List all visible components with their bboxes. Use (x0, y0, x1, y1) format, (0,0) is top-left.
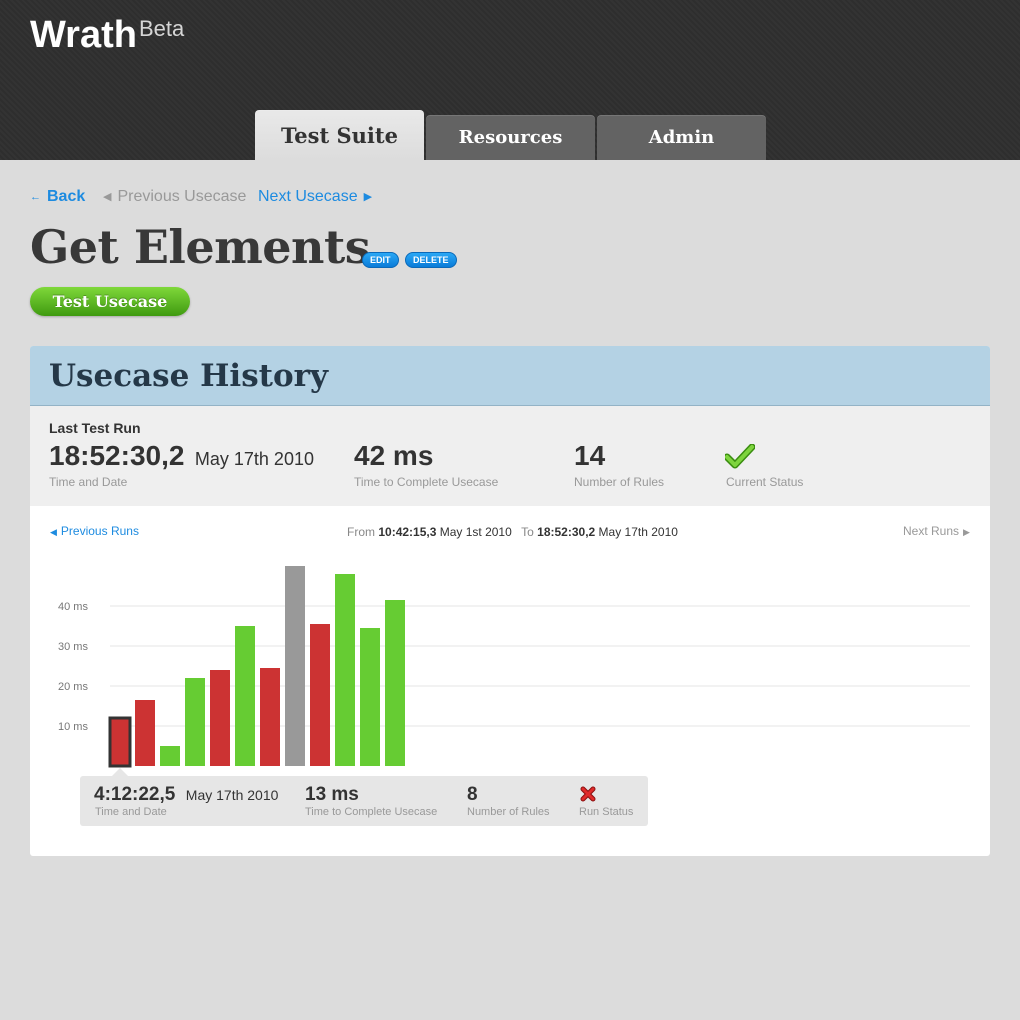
run-bar[interactable] (260, 668, 280, 766)
tooltip-status-caption: Run Status (579, 806, 634, 818)
run-bar-selected[interactable] (108, 716, 132, 768)
tooltip-duration: 13 ms (305, 784, 359, 805)
y-tick-label: 10 ms (58, 721, 88, 733)
run-bar[interactable] (210, 670, 230, 766)
page-title: Get Elements (30, 220, 371, 274)
test-usecase-button[interactable]: Test Usecase (30, 287, 190, 316)
tooltip-duration-caption: Time to Complete Usecase (305, 806, 438, 818)
run-tooltip: 4:12:22,5 May 17th 2010 Time and Date 13… (80, 776, 648, 826)
tab-admin[interactable]: Admin (597, 115, 766, 160)
triangle-left-icon: ◀ (103, 191, 112, 203)
run-bar[interactable] (285, 566, 305, 766)
tooltip-arrow (112, 768, 128, 776)
tooltip-date: May 17th 2010 (185, 787, 279, 803)
back-label: Back (47, 188, 86, 205)
tooltip-time-block: 4:12:22,5 May 17th 2010 (94, 784, 278, 806)
tooltip-rules: 8 (467, 784, 478, 805)
left-arrow-icon: ← (30, 191, 41, 203)
edit-button[interactable]: EDIT (362, 252, 399, 268)
next-usecase-link[interactable]: Next Usecase ▶ (258, 188, 372, 206)
app-header: WrathBeta Test Suite Resources Admin (0, 0, 1020, 160)
triangle-right-icon: ▶ (363, 191, 373, 203)
run-bar[interactable] (135, 700, 155, 766)
run-bar[interactable] (310, 624, 330, 766)
run-bar[interactable] (235, 626, 255, 766)
run-bar[interactable] (335, 574, 355, 766)
next-usecase-label: Next Usecase (258, 188, 358, 205)
run-bar[interactable] (360, 628, 380, 766)
app-name: Wrath (30, 14, 137, 56)
beta-badge: Beta (138, 16, 185, 41)
run-bar[interactable] (160, 746, 180, 766)
y-tick-label: 20 ms (58, 681, 88, 693)
tab-resources[interactable]: Resources (426, 115, 595, 160)
usecase-history-panel: Usecase History Last Test Run 18:52:30,2… (30, 346, 990, 856)
previous-usecase-link[interactable]: ◀ Previous Usecase (103, 188, 246, 206)
delete-button[interactable]: DELETE (405, 252, 457, 268)
run-history-chart: 10 ms 20 ms 30 ms 40 ms (58, 566, 970, 768)
app-logo[interactable]: WrathBeta (30, 14, 184, 57)
run-bar[interactable] (185, 678, 205, 766)
tooltip-time-caption: Time and Date (95, 806, 167, 818)
tooltip-time: 4:12:22,5 (94, 784, 176, 805)
cross-icon (580, 786, 596, 802)
run-bar[interactable] (385, 600, 405, 766)
tab-test-suite[interactable]: Test Suite (255, 110, 424, 160)
previous-usecase-label: Previous Usecase (117, 188, 247, 205)
y-tick-label: 30 ms (58, 641, 88, 653)
y-tick-label: 40 ms (58, 601, 88, 613)
back-link[interactable]: ← Back (30, 188, 85, 206)
tooltip-rules-caption: Number of Rules (467, 806, 550, 818)
